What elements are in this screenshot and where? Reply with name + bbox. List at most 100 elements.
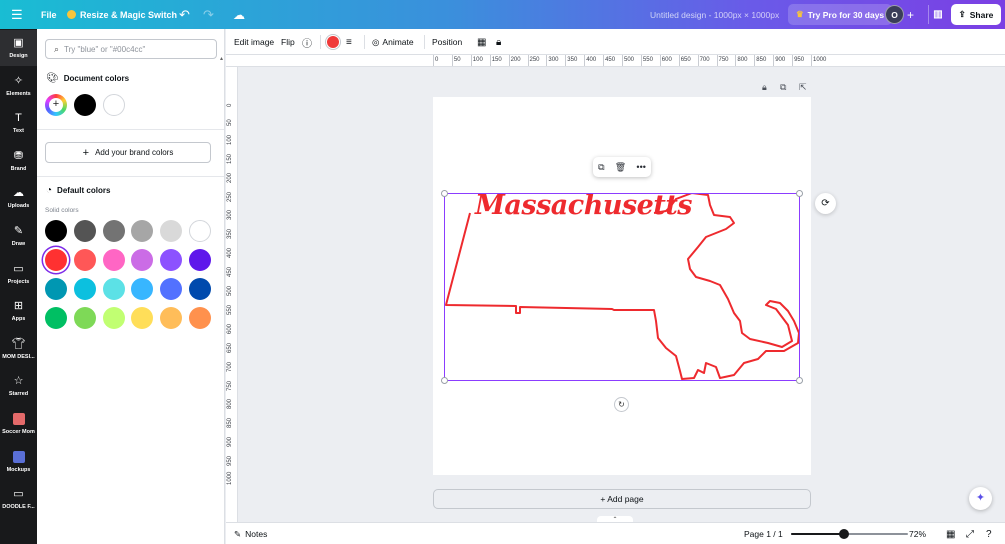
color-swatch[interactable]	[45, 307, 67, 329]
resize-handle[interactable]	[796, 190, 803, 197]
color-swatch[interactable]	[160, 220, 183, 242]
resize-handle[interactable]	[796, 377, 803, 384]
rail-item-label: Soccer Mom	[2, 429, 35, 435]
lock-icon[interactable]: 🔒︎	[496, 29, 501, 55]
add-color-swatch[interactable]	[45, 94, 67, 116]
grid-view-icon[interactable]: ▦	[946, 523, 955, 544]
color-swatch[interactable]	[189, 278, 211, 300]
color-swatch[interactable]	[131, 220, 154, 242]
color-swatch[interactable]	[160, 278, 183, 300]
color-swatch[interactable]	[189, 307, 211, 329]
rail-item-brand[interactable]: ⛃ Brand	[0, 143, 37, 179]
rail-item-mockups[interactable]: Mockups	[0, 444, 37, 480]
resize-handle[interactable]	[441, 190, 448, 197]
color-swatch[interactable]	[131, 307, 154, 329]
color-swatch[interactable]	[73, 307, 96, 329]
ruler-tick	[697, 55, 699, 66]
search-icon: ⌕	[54, 43, 60, 54]
share-page-icon[interactable]: ⇱	[799, 82, 807, 93]
flip-button[interactable]: Flip	[281, 29, 295, 55]
ruler-label: 650	[680, 57, 691, 63]
color-swatch[interactable]	[102, 220, 125, 242]
avatar[interactable]: O	[885, 5, 904, 24]
divider	[320, 35, 321, 49]
color-search-input[interactable]	[64, 44, 205, 54]
add-page-button[interactable]: + Add page	[433, 489, 811, 509]
color-picker-button[interactable]	[327, 36, 339, 48]
add-collaborator-icon[interactable]: +	[907, 0, 914, 29]
color-swatch[interactable]	[160, 307, 183, 329]
document-color-swatch[interactable]	[74, 94, 96, 116]
ruler-label: 100	[227, 134, 233, 145]
rail-item-apps[interactable]: ⊞ Apps	[0, 293, 37, 329]
color-swatch[interactable]	[189, 249, 211, 271]
hamburger-icon[interactable]: ☰	[11, 0, 23, 29]
design-title[interactable]: Untitled design - 1000px × 1000px	[650, 0, 779, 29]
document-color-swatch[interactable]	[103, 94, 125, 116]
color-swatch[interactable]	[160, 249, 183, 271]
rail-item-projects[interactable]: ▭ Projects	[0, 256, 37, 292]
animate-button[interactable]: ◎ Animate	[372, 29, 414, 55]
more-icon[interactable]: •••	[636, 162, 645, 172]
position-button[interactable]: Position	[432, 29, 462, 55]
cloud-icon[interactable]: ☁	[233, 0, 245, 29]
help-icon[interactable]: ?	[986, 523, 992, 544]
rail-item-mom-desi[interactable]: 👕︎ MOM DESI...	[0, 331, 37, 367]
page-indicator[interactable]: Page 1 / 1	[744, 523, 783, 544]
stroke-weight-icon[interactable]: ≡	[346, 29, 352, 55]
vertical-ruler: 0 50 100 150 200 250 300 350 400 450 500 550 600 650 7…	[226, 67, 238, 522]
add-brand-colors-button[interactable]: + Add your brand colors	[45, 142, 211, 163]
undo-icon[interactable]: ↶	[179, 0, 190, 29]
rail-item-design[interactable]: ▣ Design	[0, 30, 37, 66]
color-swatch[interactable]	[73, 278, 96, 300]
color-swatch[interactable]	[45, 220, 67, 242]
insights-icon[interactable]: ▥	[928, 5, 947, 24]
color-swatch[interactable]	[73, 220, 96, 242]
rail-item-starred[interactable]: ☆ Starred	[0, 368, 37, 404]
share-button[interactable]: ⇪ Share	[951, 4, 1001, 25]
notes-button[interactable]: ✎ Notes	[234, 523, 267, 544]
info-icon[interactable]: ⓘ	[302, 29, 312, 55]
magic-assistant-icon[interactable]: ✦	[969, 487, 992, 510]
star-icon: ☆	[13, 375, 24, 388]
color-swatch[interactable]	[45, 249, 67, 271]
redo-icon[interactable]: ↷	[203, 0, 214, 29]
color-swatch[interactable]	[45, 278, 67, 300]
rail-item-label: Text	[13, 128, 24, 135]
try-pro-button[interactable]: ♛ Try Pro for 30 days	[788, 4, 893, 25]
rail-item-uploads[interactable]: ☁ Uploads	[0, 180, 37, 216]
apps-icon: ⊞	[13, 300, 24, 313]
trash-icon[interactable]: 🗑︎	[615, 162, 626, 173]
color-swatch[interactable]	[131, 278, 154, 300]
share-icon: ⇪	[958, 9, 966, 19]
rail-item-elements[interactable]: ✧ Elements	[0, 68, 37, 104]
resize-magic-switch-button[interactable]: Resize & Magic Switch	[67, 0, 177, 29]
duplicate-page-icon[interactable]: ⧉	[780, 82, 786, 93]
color-swatch[interactable]	[131, 249, 154, 271]
zoom-percent[interactable]: 72%	[909, 523, 926, 544]
rotate-icon[interactable]: ↻	[615, 398, 628, 411]
color-swatch[interactable]	[73, 249, 96, 271]
copy-icon[interactable]: ⧉	[598, 162, 604, 173]
edit-image-button[interactable]: Edit image	[234, 29, 274, 55]
color-swatch[interactable]	[189, 220, 211, 242]
transparency-icon[interactable]: ▦	[477, 29, 486, 55]
rail-item-text[interactable]: T Text	[0, 105, 37, 141]
lock-page-icon[interactable]: 🔒︎	[762, 82, 767, 93]
rail-item-draw[interactable]: ✎ Draw	[0, 218, 37, 254]
context-toolbar: Edit image Flip ⓘ ≡ ◎ Animate Position ▦…	[226, 29, 1005, 55]
zoom-slider-knob[interactable]	[838, 529, 849, 539]
color-search-box[interactable]: ⌕	[45, 39, 217, 59]
color-swatch[interactable]	[102, 278, 125, 300]
scroll-up-icon[interactable]: ▴	[220, 55, 223, 62]
rail-item-label: Starred	[8, 391, 29, 398]
fullscreen-icon[interactable]: ⤢	[966, 523, 974, 544]
regenerate-icon[interactable]: ⟳	[815, 193, 836, 214]
rail-item-soccer-mom[interactable]: Soccer Mom	[0, 406, 37, 442]
resize-handle[interactable]	[441, 377, 448, 384]
zoom-slider[interactable]	[791, 529, 908, 539]
file-menu-button[interactable]: File	[41, 0, 57, 29]
rail-item-doodle-f[interactable]: ▭ DOODLE F...	[0, 481, 37, 517]
color-swatch[interactable]	[102, 307, 125, 329]
color-swatch[interactable]	[102, 249, 125, 271]
